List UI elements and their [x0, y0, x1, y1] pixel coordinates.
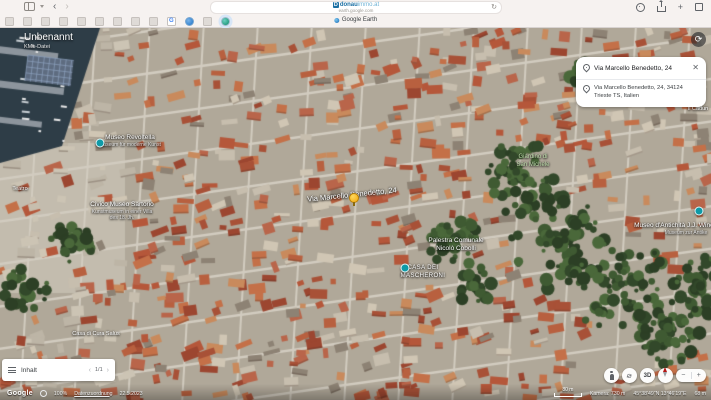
map-label[interactable]: Casa di Cura Salus: [72, 331, 119, 337]
prev-page-icon[interactable]: ‹: [89, 367, 91, 374]
share-icon[interactable]: [657, 6, 666, 12]
earth-favicon: [334, 18, 339, 23]
map-label[interactable]: Civico Museo SartorioKunstmuseum in eine…: [90, 201, 154, 221]
map-label[interactable]: Il Cadun: [688, 106, 709, 112]
pegman-button[interactable]: [604, 368, 619, 383]
back-button[interactable]: ‹: [53, 2, 56, 11]
status-bar-right: 80 m Kamera: 730 m 45°38'49"N 13°46'19"E…: [554, 387, 706, 397]
close-icon[interactable]: ✕: [692, 64, 699, 72]
map-label[interactable]: Teatro: [12, 186, 27, 192]
tabs-overview-icon[interactable]: [695, 3, 703, 11]
reload-icon[interactable]: ↻: [491, 4, 497, 11]
bookmark-generic-icon[interactable]: [23, 17, 32, 26]
zoom-control: − +: [676, 369, 706, 382]
progress-ring-icon: [40, 390, 47, 397]
map-label[interactable]: Giardino di San Michele: [513, 154, 553, 169]
scale-bar: 80 m: [554, 387, 582, 397]
bookmark-generic-icon[interactable]: [203, 17, 212, 26]
attribution-link[interactable]: Datenzuordnung: [74, 391, 112, 397]
url-text: earth.google.com: [339, 9, 374, 14]
bookmarks-bar: Google Earth: [0, 14, 711, 28]
bookmark-generic-icon[interactable]: [95, 17, 104, 26]
page-indicator: 1/1: [95, 367, 103, 373]
pin-icon: [583, 64, 589, 72]
google-logo: Google: [7, 390, 33, 397]
earth-map: Museo RevoltellaMuseum für moderne Kunst…: [0, 28, 711, 400]
elevation: 68 m: [694, 391, 706, 397]
address-bar[interactable]: Ddonauimmo.at earth.google.com ↻: [210, 1, 502, 14]
bookmark-generic-icon[interactable]: [131, 17, 140, 26]
bookmark-globe-icon[interactable]: [185, 17, 194, 26]
bookmark-earth-icon[interactable]: [221, 17, 230, 26]
zoom-out-button[interactable]: −: [676, 370, 691, 382]
content-label: Inhalt: [21, 367, 84, 374]
privacy-icon[interactable]: [636, 3, 645, 12]
content-menu-icon[interactable]: [8, 367, 16, 373]
search-query: Via Marcello Benedetto, 24: [594, 65, 687, 72]
zoom-in-button[interactable]: +: [692, 370, 707, 382]
map-label[interactable]: Museo RevoltellaMuseum für moderne Kunst: [98, 134, 162, 148]
poi-pin-icon[interactable]: [695, 207, 704, 216]
chevron-down-icon[interactable]: [40, 5, 44, 8]
reset-view-button[interactable]: ⟳: [691, 32, 706, 47]
bookmark-generic-icon[interactable]: [41, 17, 50, 26]
bookmark-generic-icon[interactable]: [149, 17, 158, 26]
bookmark-generic-icon[interactable]: [77, 17, 86, 26]
orbit-icon: ⌀: [626, 370, 634, 380]
map-label[interactable]: Museo d'Antichità J.J. WinckelmannMuseum…: [634, 222, 711, 236]
stream-progress: 100%: [54, 391, 67, 397]
bookmark-generic-icon[interactable]: [59, 17, 68, 26]
search-result-item[interactable]: Via Marcello Benedetto, 24, 34124 Triest…: [576, 80, 706, 107]
project-subtitle: KML-Datei: [24, 44, 73, 50]
forward-button[interactable]: ›: [65, 2, 68, 11]
project-name: Unbenannt: [24, 32, 73, 43]
camera-altitude: Kamera: 730 m: [590, 391, 625, 397]
poi-pin-icon[interactable]: [96, 139, 105, 148]
active-tab[interactable]: Google Earth: [334, 17, 377, 23]
poi-pin-icon[interactable]: [401, 264, 410, 273]
search-result-card: Via Marcello Benedetto, 24 ✕ Via Marcell…: [576, 57, 706, 107]
project-title[interactable]: Unbenannt KML-Datei: [24, 32, 73, 50]
tab-title-text: Google Earth: [342, 17, 377, 23]
bookmark-icons: [5, 17, 230, 26]
coordinates: 45°38'49"N 13°46'19"E: [633, 391, 686, 397]
new-tab-icon[interactable]: +: [678, 3, 683, 11]
compass-button[interactable]: [658, 368, 673, 383]
pegman-icon: [609, 371, 615, 380]
orbit-button[interactable]: ⌀: [622, 368, 637, 383]
result-address: Via Marcello Benedetto, 24, 34124 Triest…: [594, 85, 699, 101]
map-label[interactable]: Palestra Comunale Nicolò Cobolli: [427, 237, 485, 253]
placemark-pin-icon[interactable]: [349, 193, 359, 206]
status-bar-left: Google 100% Datenzuordnung 22.5.2023: [7, 390, 143, 397]
sidebar-icon[interactable]: [24, 2, 35, 11]
browser-toolbar: ‹ › Ddonauimmo.at earth.google.com ↻ +: [0, 0, 711, 14]
bookmark-generic-icon[interactable]: [113, 17, 122, 26]
3d-toggle-button[interactable]: 3D: [640, 368, 655, 383]
bookmark-generic-icon[interactable]: [5, 17, 14, 26]
next-page-icon[interactable]: ›: [107, 367, 109, 374]
pin-icon: [583, 85, 589, 93]
content-panel: Inhalt ‹ 1/1 ›: [2, 359, 115, 381]
bookmark-google-icon[interactable]: [167, 17, 176, 26]
imagery-date: 22.5.2023: [120, 391, 143, 397]
